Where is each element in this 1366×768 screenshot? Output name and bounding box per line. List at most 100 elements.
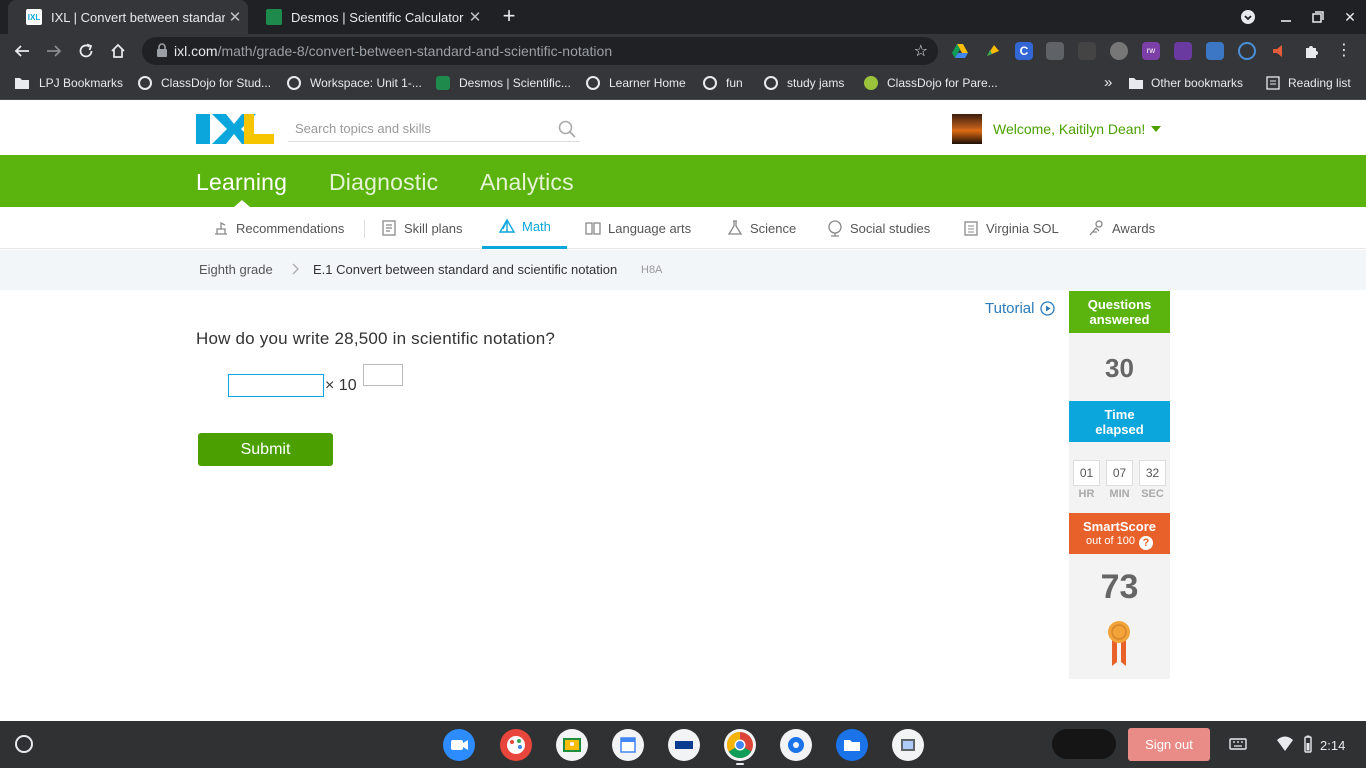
new-ext-icon[interactable]	[1206, 42, 1224, 60]
copy-icon[interactable]	[1046, 42, 1064, 60]
chrome-icon[interactable]	[724, 729, 756, 761]
bookmark-item[interactable]: Learner Home	[586, 76, 686, 90]
keyboard-icon[interactable]	[1229, 735, 1247, 753]
forward-icon[interactable]	[42, 39, 66, 63]
speaker-icon[interactable]	[1270, 42, 1288, 60]
address-bar[interactable]: ixl.com/math/grade-8/convert-between-sta…	[142, 37, 938, 65]
zoom-icon[interactable]	[443, 729, 475, 761]
bookmark-item[interactable]: LPJ Bookmarks	[14, 76, 123, 90]
main-nav: Learning Diagnostic Analytics	[0, 155, 1366, 207]
subnav-math[interactable]: Math	[482, 207, 567, 249]
restore-icon[interactable]	[1302, 0, 1334, 34]
puzzle-icon[interactable]	[1303, 42, 1321, 60]
avatar[interactable]	[952, 114, 982, 144]
rw-icon[interactable]: rw	[1142, 42, 1160, 60]
tab-desmos[interactable]: Desmos | Scientific Calculator ✕	[248, 0, 494, 34]
wifi-icon[interactable]	[1276, 735, 1294, 753]
bookmark-item[interactable]: Desmos | Scientific...	[436, 76, 571, 90]
lock-icon[interactable]	[156, 43, 168, 57]
keep-icon[interactable]	[984, 42, 1002, 60]
classroom-icon[interactable]	[556, 729, 588, 761]
more-menu-icon[interactable]: ⋮	[1335, 42, 1353, 60]
close-icon[interactable]: ✕	[465, 8, 485, 26]
files-icon[interactable]	[836, 729, 868, 761]
bookmark-star-icon[interactable]: ☆	[914, 41, 928, 61]
paint-icon[interactable]	[500, 729, 532, 761]
skill-plans-icon	[382, 220, 396, 236]
url-text: ixl.com/math/grade-8/convert-between-sta…	[174, 43, 613, 59]
bookmark-item[interactable]: fun	[703, 76, 743, 90]
subnav-recommendations[interactable]: Recommendations	[212, 207, 344, 249]
nav-learning[interactable]: Learning	[196, 169, 287, 196]
clock[interactable]: 2:14	[1320, 738, 1345, 753]
bookmark-item[interactable]: Workspace: Unit 1-...	[287, 76, 422, 90]
pearson-icon[interactable]	[668, 729, 700, 761]
subnav-language-arts[interactable]: Language arts	[584, 207, 691, 249]
chat-icon[interactable]	[1110, 42, 1128, 60]
search-icon[interactable]	[558, 120, 576, 138]
reload-icon[interactable]	[74, 39, 98, 63]
reading-list[interactable]: Reading list	[1266, 76, 1351, 90]
bookmark-label: ClassDojo for Stud...	[161, 76, 272, 90]
search-input[interactable]	[288, 116, 538, 140]
sign-out-button[interactable]: Sign out	[1128, 728, 1210, 761]
elapsed-label: elapsed	[1095, 422, 1144, 437]
exponent-input[interactable]	[363, 364, 403, 386]
ixl-logo[interactable]	[196, 114, 274, 144]
skill-code: H8A	[641, 264, 663, 276]
tab-ixl[interactable]: IXL IXL | Convert between standard and s…	[8, 0, 248, 34]
reading-list-label: Reading list	[1288, 76, 1351, 90]
other-bookmarks[interactable]: Other bookmarks	[1128, 76, 1243, 90]
tab-title: IXL | Convert between standard and scien…	[51, 9, 225, 25]
tray-avatars[interactable]	[1052, 729, 1116, 759]
grid-icon[interactable]	[1078, 42, 1096, 60]
subnav-label: Virginia SOL	[986, 220, 1059, 236]
active-nav-pointer	[234, 200, 250, 207]
folder-icon	[1129, 78, 1143, 89]
battery-icon[interactable]	[1299, 735, 1317, 753]
subnav-skill-plans[interactable]: Skill plans	[380, 207, 463, 249]
c-icon[interactable]: C	[1015, 42, 1033, 60]
help-icon[interactable]: ?	[1138, 536, 1153, 550]
time-label: Time	[1104, 407, 1135, 422]
breadcrumb-grade[interactable]: Eighth grade	[199, 262, 273, 277]
new-tab-button[interactable]: +	[498, 4, 520, 28]
tab-search-icon[interactable]	[1232, 0, 1264, 34]
reading-list-icon	[1266, 76, 1280, 90]
doc-icon[interactable]	[1174, 42, 1192, 60]
google-drive-icon[interactable]	[951, 42, 969, 60]
globe-icon	[703, 76, 717, 90]
subnav-science[interactable]: Science	[726, 207, 796, 249]
submit-button[interactable]: Submit	[198, 433, 333, 466]
close-icon[interactable]: ✕	[225, 8, 245, 26]
active-app-indicator	[736, 763, 744, 765]
circle-icon[interactable]	[1238, 42, 1256, 60]
smartscore-label: SmartScore	[1083, 519, 1156, 534]
bookmark-item[interactable]: study jams	[764, 76, 844, 90]
back-icon[interactable]	[10, 39, 34, 63]
more-bookmarks-chevron[interactable]: »	[1104, 74, 1112, 91]
browser-tab-strip: IXL IXL | Convert between standard and s…	[0, 0, 1366, 34]
bookmark-item[interactable]: ClassDojo for Stud...	[138, 76, 271, 90]
minimize-icon[interactable]	[1270, 0, 1302, 34]
bookmark-label: Learner Home	[609, 76, 686, 90]
subnav-awards[interactable]: Awards	[1088, 207, 1155, 249]
globe-icon	[287, 76, 301, 90]
account-menu[interactable]: Welcome, Kaitilyn Dean!	[993, 121, 1162, 137]
launcher-icon[interactable]	[15, 735, 33, 753]
close-window-icon[interactable]: ✕	[1334, 0, 1366, 34]
bookmark-item[interactable]: ClassDojo for Pare...	[864, 76, 998, 90]
subject-nav: Recommendations Skill plans Math Languag…	[0, 207, 1366, 249]
ixl-favicon: IXL	[26, 9, 42, 25]
settings-icon[interactable]	[780, 729, 812, 761]
coefficient-input[interactable]	[228, 374, 324, 397]
home-icon[interactable]	[106, 39, 130, 63]
calendar-icon[interactable]	[612, 729, 644, 761]
nav-diagnostic[interactable]: Diagnostic	[329, 169, 438, 196]
desmos-icon	[436, 76, 450, 90]
nav-analytics[interactable]: Analytics	[480, 169, 574, 196]
screenshot-icon[interactable]	[892, 729, 924, 761]
subnav-social-studies[interactable]: Social studies	[826, 207, 930, 249]
subnav-virginia-sol[interactable]: Virginia SOL	[962, 207, 1059, 249]
tutorial-link[interactable]: Tutorial	[985, 300, 1056, 317]
